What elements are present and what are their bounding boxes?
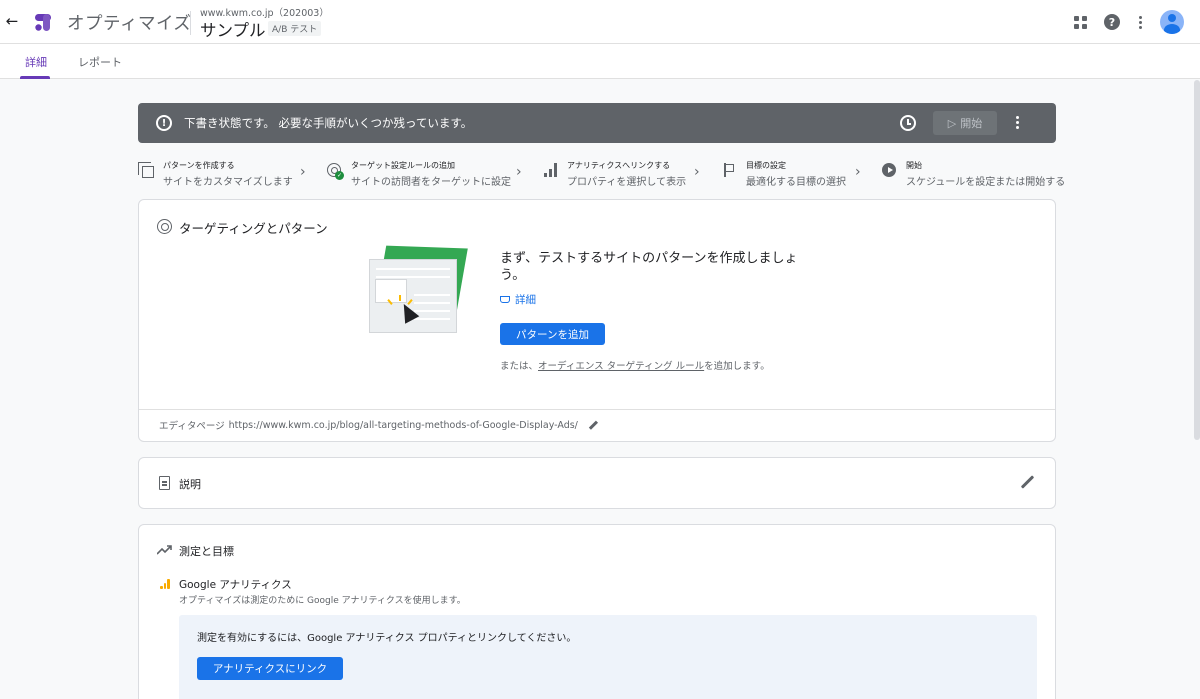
tab-bar: 詳細 レポート [0, 44, 1200, 79]
link-analytics-message: 測定を有効にするには、Google アナリティクス プロパティとリンクしてくださ… [197, 633, 577, 644]
step-title: 目標の設定 [746, 161, 786, 170]
link-analytics-infobox: 測定を有効にするには、Google アナリティクス プロパティとリンクしてくださ… [179, 615, 1037, 699]
trending-up-icon [157, 545, 172, 555]
step-title: アナリティクスへリンクする [567, 161, 671, 170]
card-title: 説明 [179, 478, 201, 491]
edit-pencil-icon[interactable] [588, 420, 598, 430]
add-audience-rule-line: または、オーディエンス ターゲティング ルールを追加します。 [500, 358, 770, 372]
step-subtitle: サイトをカスタマイズします [163, 177, 293, 188]
chevron-right-icon: › [855, 164, 861, 180]
chevron-right-icon: › [300, 164, 306, 180]
draft-status-banner: ! 下書き状態です。 必要な手順がいくつか残っています。 ▷ 開始 [138, 103, 1056, 143]
app-name: オプティマイズ [67, 14, 192, 34]
step-subtitle: スケジュールを設定または開始する [906, 177, 1066, 188]
help-icon[interactable]: ? [1102, 12, 1122, 32]
google-analytics-subtitle: オプティマイズは測定のために Google アナリティクスを使用します。 [179, 596, 466, 606]
schedule-clock-icon[interactable] [900, 115, 916, 131]
card-title: ターゲティングとパターン [179, 221, 328, 236]
audience-targeting-rule-link[interactable]: オーディエンス ターゲティング ルール [538, 361, 704, 372]
learn-more-label: 詳細 [515, 294, 536, 306]
add-variant-button[interactable]: パターンを追加 [500, 323, 605, 345]
edit-pencil-icon[interactable] [1019, 474, 1035, 490]
experience-name[interactable]: サンプル [200, 17, 266, 41]
page-scrollbar[interactable] [1194, 80, 1200, 440]
card-title: 測定と目標 [179, 545, 234, 558]
getting-started-text: まず、テストするサイトのパターンを作成しましょう。 [500, 251, 798, 283]
google-analytics-icon [160, 579, 170, 589]
learn-more-link[interactable]: 詳細 [500, 292, 536, 307]
flag-icon [721, 162, 737, 178]
description-card: 説明 [138, 457, 1056, 509]
copy-icon [137, 161, 154, 178]
setup-steps: パターンを作成する サイトをカスタマイズします › ✓ ターゲット設定ルールの追… [137, 158, 1065, 188]
play-circle-icon [881, 162, 897, 178]
step-title: パターンを作成する [163, 161, 235, 170]
header-divider [190, 11, 191, 35]
card-divider [139, 409, 1055, 410]
step-title: ターゲット設定ルールの追加 [351, 161, 455, 170]
experience-type-badge: A/B テスト [268, 21, 322, 36]
chevron-right-icon: › [516, 164, 522, 180]
tab-details[interactable]: 詳細 [25, 54, 47, 70]
document-icon [159, 476, 170, 490]
targeting-variants-card: ターゲティングとパターン まず、テストするサイトのパターンを作成しましょう。 詳… [138, 199, 1056, 442]
start-label: 開始 [960, 117, 983, 130]
measurement-objectives-card: 測定と目標 Google アナリティクス オプティマイズは測定のために Goog… [138, 524, 1056, 699]
or-suffix: を追加します。 [704, 361, 770, 372]
school-icon [500, 296, 510, 303]
analytics-icon [542, 162, 558, 178]
tab-report[interactable]: レポート [78, 54, 122, 70]
start-button[interactable]: ▷ 開始 [933, 111, 997, 135]
chevron-right-icon: › [694, 164, 700, 180]
link-analytics-button[interactable]: アナリティクスにリンク [197, 657, 343, 680]
optimize-logo-icon [35, 14, 51, 31]
play-icon: ▷ [947, 116, 957, 130]
editor-page-row: エディタページ https://www.kwm.co.jp/blog/all-t… [159, 418, 598, 433]
step-subtitle: サイトの訪問者をターゲットに設定 [351, 177, 511, 188]
step-subtitle: プロパティを選択して表示 [567, 177, 687, 188]
active-tab-indicator [20, 76, 50, 79]
editor-page-url: https://www.kwm.co.jp/blog/all-targeting… [228, 419, 578, 431]
apps-icon[interactable] [1070, 12, 1090, 32]
or-prefix: または、 [500, 361, 539, 372]
target-check-icon: ✓ [326, 162, 344, 180]
account-avatar[interactable] [1160, 10, 1184, 34]
step-subtitle: 最適化する目標の選択 [746, 177, 846, 188]
target-icon [157, 219, 172, 234]
variant-illustration [369, 245, 469, 347]
more-vert-icon[interactable] [1130, 12, 1150, 32]
back-arrow-icon[interactable]: ← [3, 10, 21, 32]
warning-icon: ! [156, 115, 172, 131]
banner-message: 下書き状態です。 必要な手順がいくつか残っています。 [184, 116, 473, 130]
banner-more-icon[interactable] [1016, 116, 1019, 129]
app-header: ← オプティマイズ www.kwm.co.jp（202003） サンプル A/B… [0, 0, 1200, 44]
step-title: 開始 [906, 161, 922, 170]
google-analytics-title: Google アナリティクス [179, 579, 292, 591]
editor-page-label: エディタページ [159, 421, 225, 432]
